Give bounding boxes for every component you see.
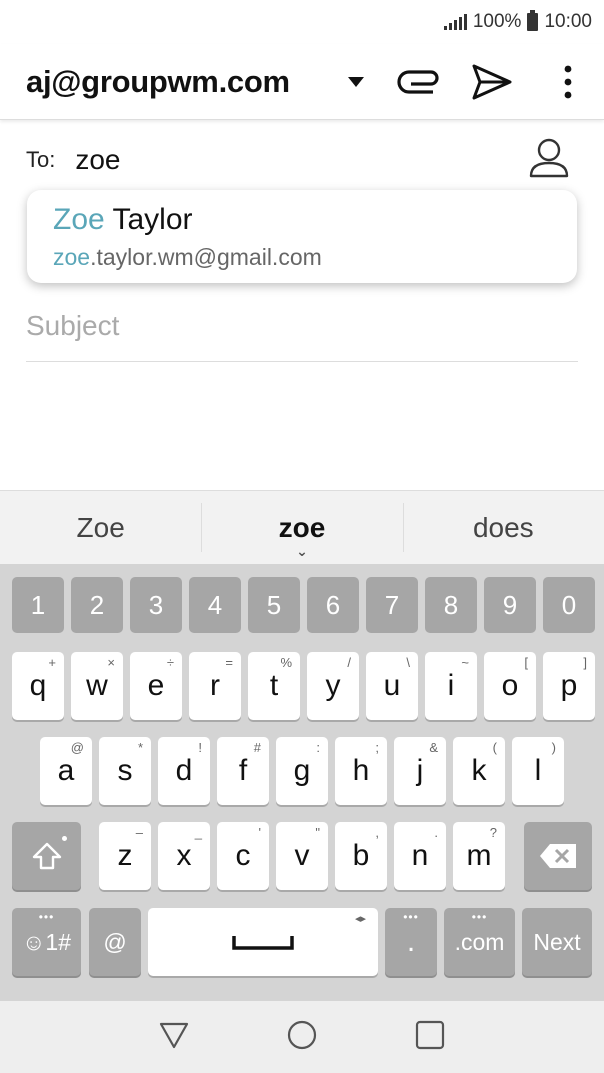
number-key[interactable]: 1 [12, 577, 64, 633]
send-icon[interactable] [468, 44, 516, 120]
symbols-key[interactable]: ••• ☺1# [12, 908, 81, 976]
letter-key[interactable]: o[ [484, 652, 536, 720]
shift-key[interactable] [12, 822, 81, 890]
letter-key[interactable]: v " [276, 822, 328, 890]
subject-field[interactable]: Subject [26, 290, 578, 362]
letter-key[interactable]: w × [71, 652, 123, 720]
letter-key[interactable]: h; [335, 737, 387, 805]
from-account[interactable]: aj@groupwm.com [26, 64, 290, 100]
app-bar: aj@groupwm.com [0, 44, 604, 120]
battery-percent: 100% [472, 11, 522, 32]
number-key[interactable]: 7 [366, 577, 418, 633]
number-key[interactable]: 3 [130, 577, 182, 633]
number-key[interactable]: 2 [71, 577, 123, 633]
attach-icon[interactable] [392, 44, 448, 120]
navigation-bar [0, 1001, 604, 1073]
letter-key[interactable]: r = [189, 652, 241, 720]
letter-key[interactable]: d! [158, 737, 210, 805]
number-key[interactable]: 8 [425, 577, 477, 633]
account-dropdown-icon[interactable] [336, 44, 376, 120]
suggestion-word-primary[interactable]: zoe ⌄ [201, 491, 402, 564]
letter-key[interactable]: n. [394, 822, 446, 890]
keyboard: ••• ☺1# @ ◂▸ ••• . ••• .com Next 1234567… [0, 564, 604, 1001]
space-key[interactable]: ◂▸ [148, 908, 378, 976]
letter-key[interactable]: i ~ [425, 652, 477, 720]
back-icon[interactable] [159, 1021, 189, 1054]
letter-key[interactable]: m? [453, 822, 505, 890]
letter-key[interactable]: l) [512, 737, 564, 805]
status-bar: 100% 10:00 [0, 0, 604, 44]
letter-key[interactable]: k( [453, 737, 505, 805]
letter-key[interactable]: c ' [217, 822, 269, 890]
letter-key[interactable]: p] [543, 652, 595, 720]
letter-key[interactable]: y / [307, 652, 359, 720]
letter-key[interactable]: z – [99, 822, 151, 890]
to-input[interactable]: zoe [75, 144, 120, 176]
signal-icon [443, 14, 467, 30]
suggestion-email: zoe.taylor.wm@gmail.com [53, 244, 322, 270]
to-field[interactable]: To: zoe [26, 128, 578, 192]
number-key[interactable]: 4 [189, 577, 241, 633]
battery-icon [527, 10, 539, 31]
backspace-key[interactable] [524, 822, 592, 890]
word-suggestions: Zoe zoe ⌄ does [0, 490, 604, 564]
chevron-down-icon[interactable]: ⌄ [296, 543, 308, 560]
next-key[interactable]: Next [522, 908, 592, 976]
letter-key[interactable]: t% [248, 652, 300, 720]
suggestion-name: Zoe Taylor [53, 203, 193, 236]
letter-key[interactable]: a @ [40, 737, 92, 805]
letter-key[interactable]: x _ [158, 822, 210, 890]
recents-icon[interactable] [415, 1020, 445, 1055]
contact-picker-icon[interactable] [528, 136, 570, 183]
letter-key[interactable]: g: [276, 737, 328, 805]
suggestion-word[interactable]: Zoe [0, 491, 201, 564]
home-icon[interactable] [287, 1020, 317, 1055]
letter-key[interactable]: s * [99, 737, 151, 805]
letter-key[interactable]: q + [12, 652, 64, 720]
letter-key[interactable]: u \ [366, 652, 418, 720]
number-key[interactable]: 6 [307, 577, 359, 633]
number-key[interactable]: 5 [248, 577, 300, 633]
suggestion-word[interactable]: does [402, 491, 604, 564]
letter-key[interactable]: f # [217, 737, 269, 805]
number-key[interactable]: 0 [543, 577, 595, 633]
more-options-icon[interactable] [548, 44, 588, 120]
letter-key[interactable]: j & [394, 737, 446, 805]
to-label: To: [26, 147, 56, 172]
letter-key[interactable]: b, [335, 822, 387, 890]
dotcom-key[interactable]: ••• .com [444, 908, 515, 976]
contact-suggestion[interactable]: Zoe Taylor zoe.taylor.wm@gmail.com [27, 190, 577, 283]
at-key[interactable]: @ [89, 908, 141, 976]
clock: 10:00 [544, 11, 592, 32]
number-key[interactable]: 9 [484, 577, 536, 633]
period-key[interactable]: ••• . [385, 908, 437, 976]
letter-key[interactable]: e ÷ [130, 652, 182, 720]
